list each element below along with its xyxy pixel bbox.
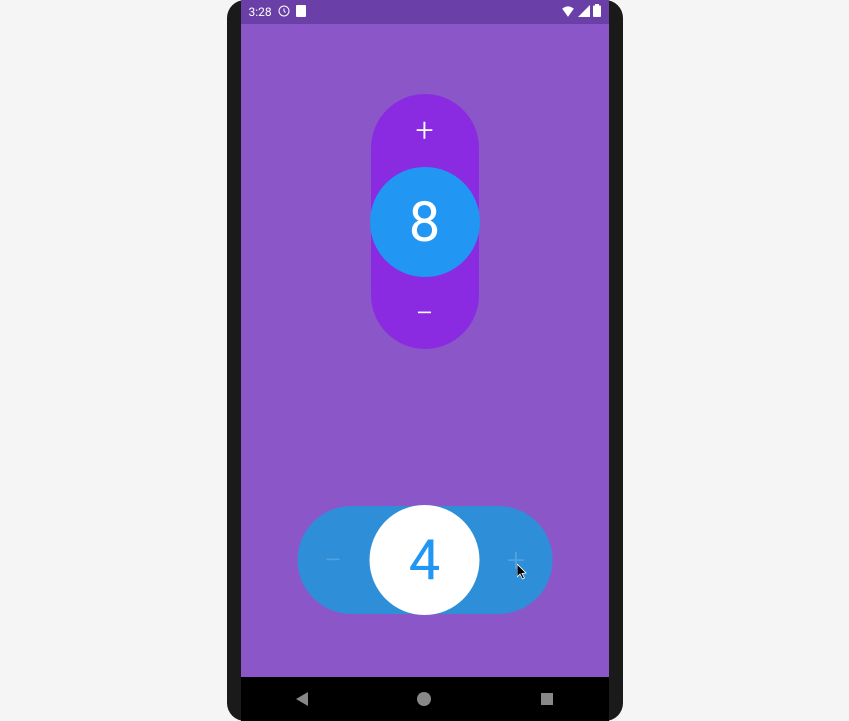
screen: 3:28 + <box>241 0 609 677</box>
stepper-vertical-value-text: 8 <box>409 189 440 255</box>
stepper-horizontal: − 4 + <box>297 506 552 614</box>
decrement-button[interactable]: − <box>401 289 449 337</box>
app-content: + 8 − − 4 + <box>241 24 609 677</box>
increment-button-h[interactable]: + <box>492 536 540 584</box>
device-frame: 3:28 + <box>227 0 623 721</box>
status-bar: 3:28 <box>241 0 609 24</box>
nav-back-button[interactable] <box>282 679 322 719</box>
status-left: 3:28 <box>249 5 306 20</box>
decrement-button-h[interactable]: − <box>309 536 357 584</box>
recent-icon <box>541 693 553 705</box>
back-icon <box>296 692 308 706</box>
status-time: 3:28 <box>249 5 272 19</box>
home-icon <box>417 692 431 706</box>
stepper-vertical-value[interactable]: 8 <box>370 167 480 277</box>
stepper-horizontal-value[interactable]: 4 <box>370 505 480 615</box>
stepper-horizontal-value-text: 4 <box>409 527 440 593</box>
nav-recent-button[interactable] <box>527 679 567 719</box>
cell-signal-icon <box>578 5 590 20</box>
status-right <box>561 4 601 20</box>
wifi-icon <box>561 5 575 20</box>
navigation-bar <box>241 677 609 721</box>
increment-button[interactable]: + <box>401 106 449 154</box>
stepper-vertical: + 8 − <box>371 94 479 349</box>
nav-home-button[interactable] <box>404 679 444 719</box>
battery-icon <box>593 4 601 20</box>
sim-icon <box>296 5 306 20</box>
clock-icon <box>278 5 290 20</box>
